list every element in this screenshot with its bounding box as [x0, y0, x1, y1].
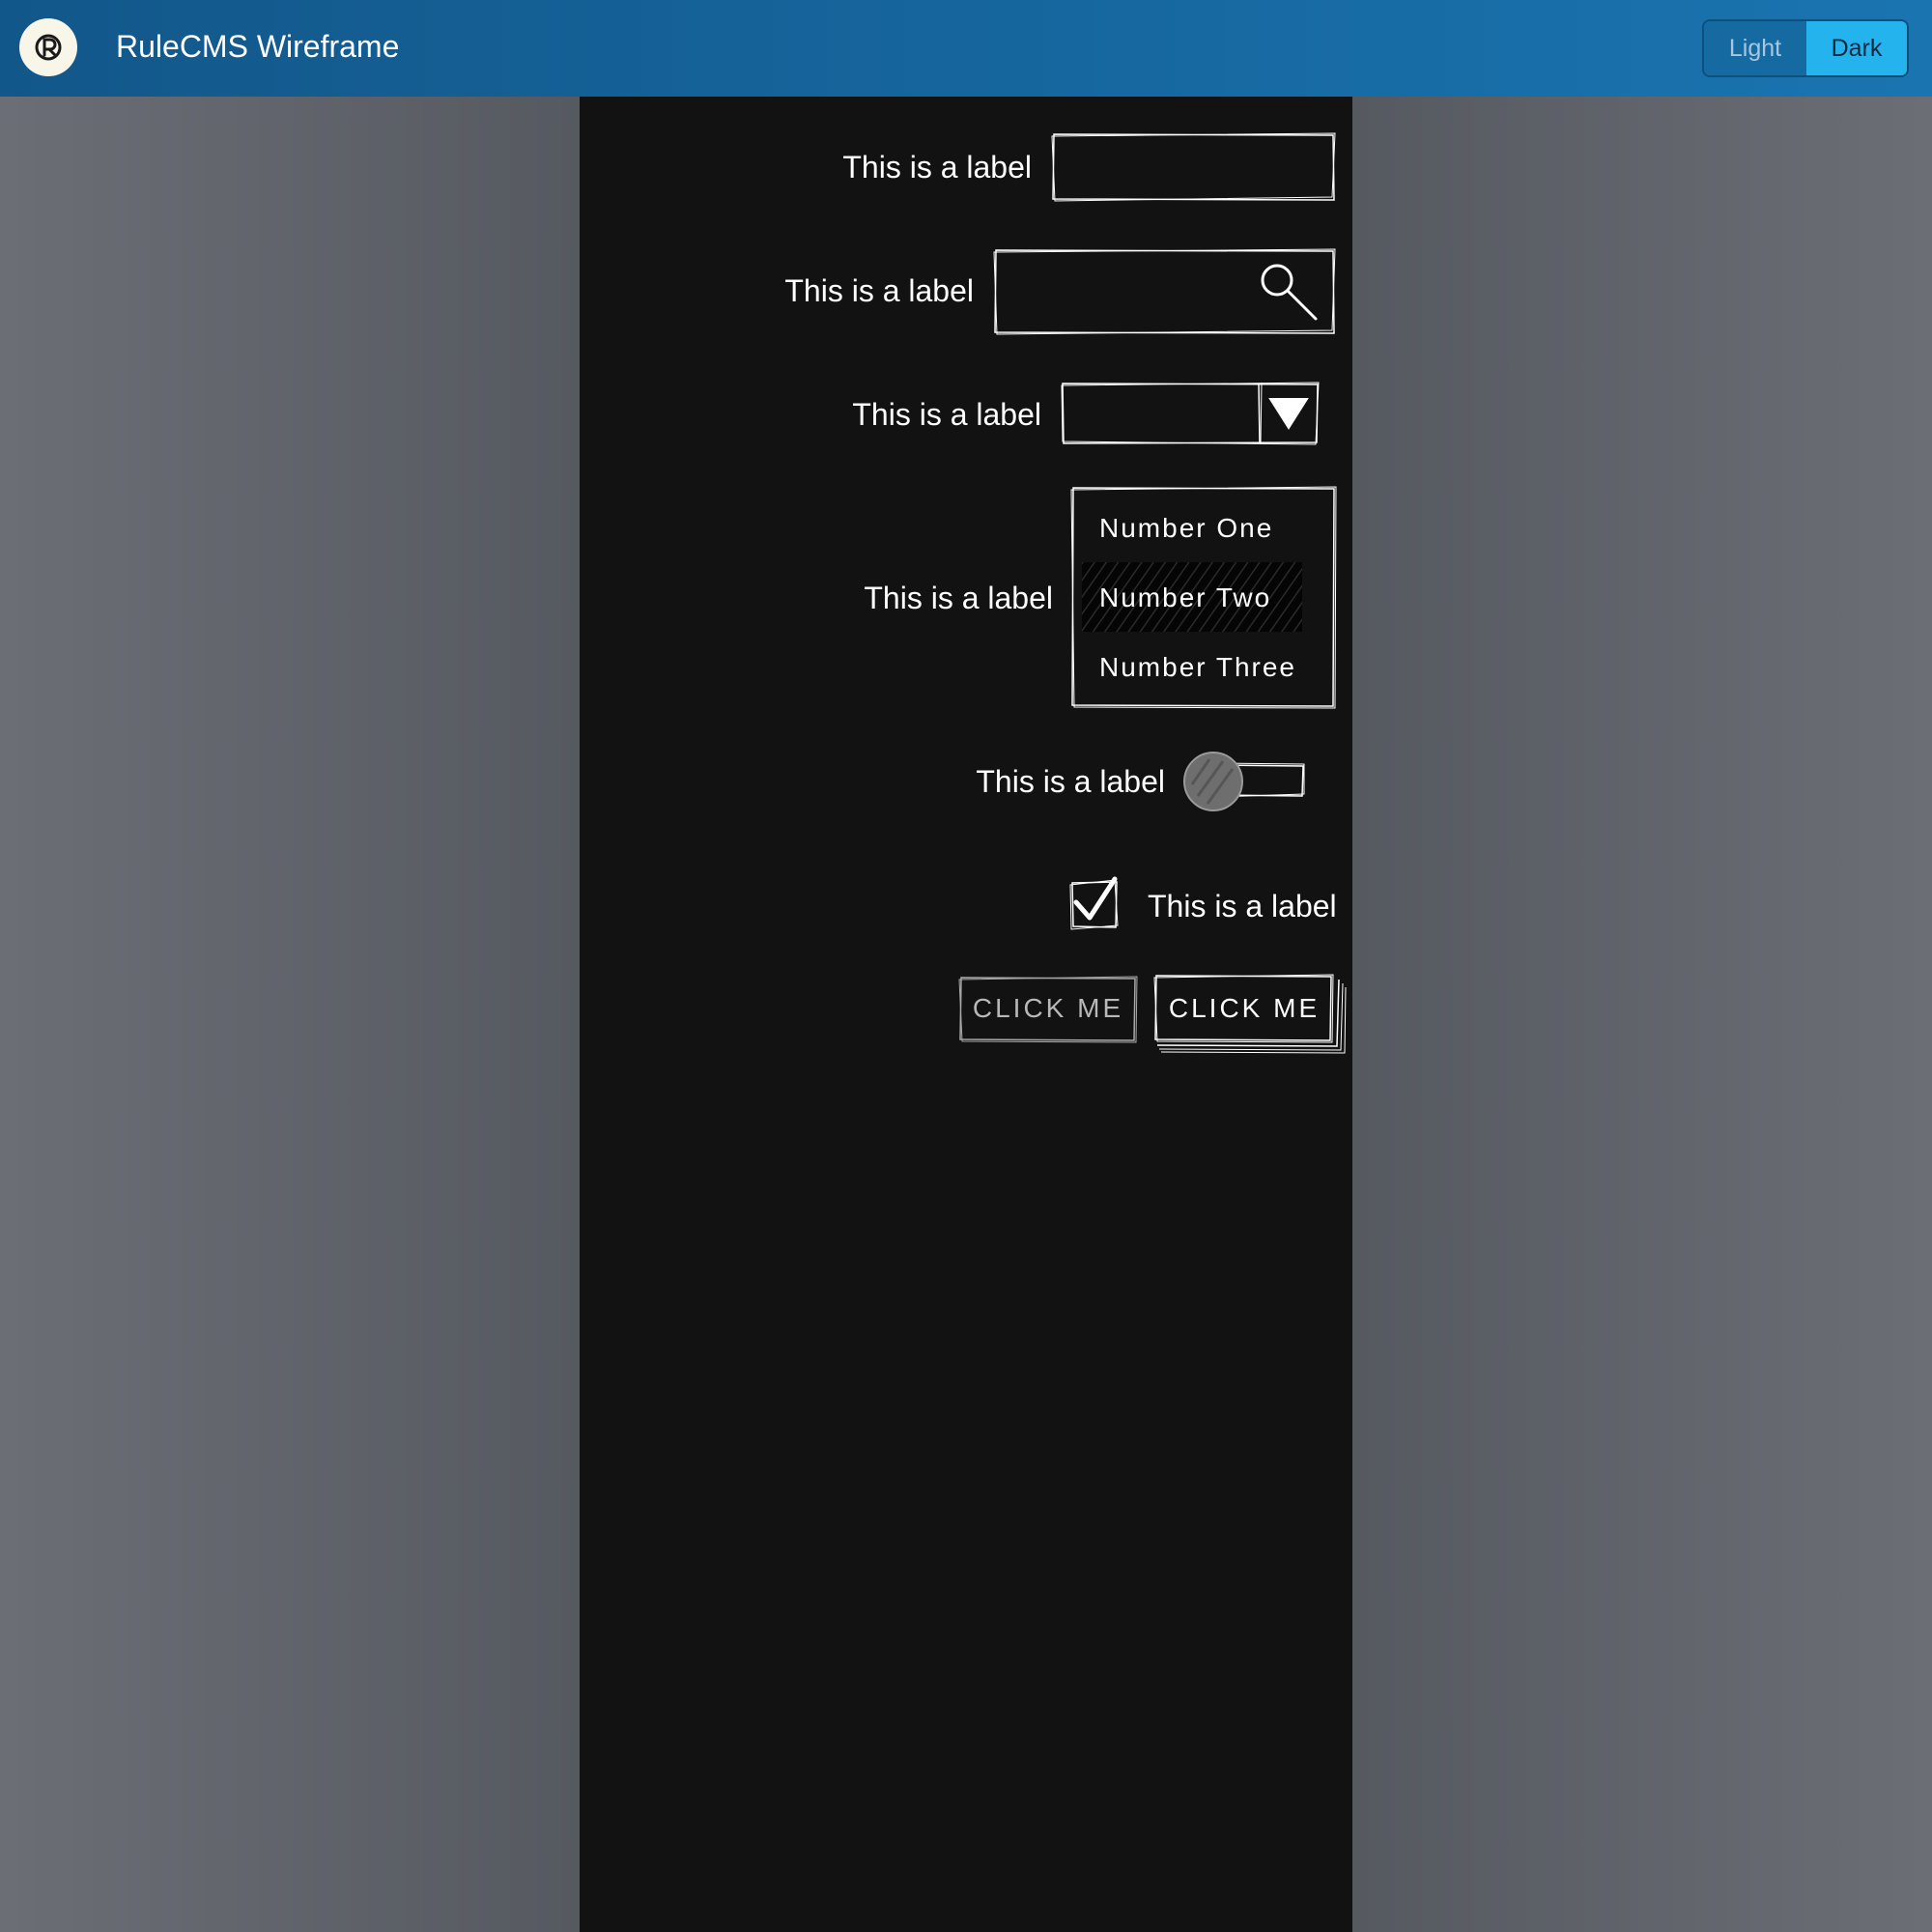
list-item-selected[interactable]: Number Two: [1099, 569, 1321, 627]
toggle-label: This is a label: [976, 764, 1165, 799]
search-icon[interactable]: [1258, 261, 1321, 323]
search-input[interactable]: [1005, 265, 1250, 321]
primary-button[interactable]: CLICK ME: [1153, 980, 1335, 1037]
secondary-button[interactable]: CLICK ME: [958, 980, 1138, 1037]
search-input-label: This is a label: [784, 273, 974, 308]
dropdown-label: This is a label: [852, 397, 1041, 432]
top-bar: RuleCMS Wireframe Light Dark: [0, 0, 1932, 97]
text-input-label: This is a label: [842, 150, 1032, 185]
theme-toggle: Light Dark: [1702, 19, 1909, 77]
checkbox-label: This is a label: [1148, 889, 1337, 923]
toggle-switch[interactable]: [1180, 746, 1306, 817]
rulecms-logo-icon[interactable]: [19, 18, 77, 76]
text-input[interactable]: [1063, 143, 1327, 193]
chevron-down-icon[interactable]: [1266, 395, 1311, 434]
theme-light-button[interactable]: Light: [1704, 21, 1806, 75]
list-item[interactable]: Number One: [1099, 499, 1321, 557]
checkbox[interactable]: [1068, 877, 1122, 931]
listbox-label: This is a label: [864, 581, 1053, 615]
app-title: RuleCMS Wireframe: [116, 29, 400, 64]
list-item[interactable]: Number Three: [1099, 639, 1321, 696]
theme-dark-button[interactable]: Dark: [1806, 21, 1907, 75]
